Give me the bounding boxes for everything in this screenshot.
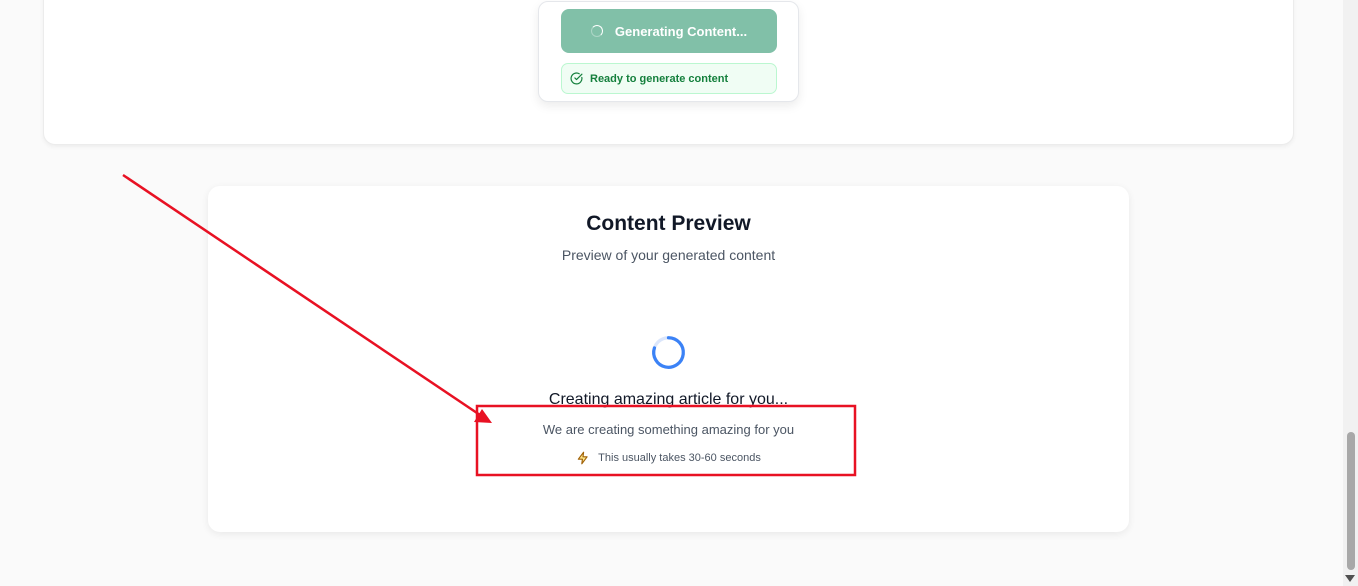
- scrollbar-thumb[interactable]: [1347, 432, 1355, 570]
- status-badge: Ready to generate content: [561, 63, 777, 94]
- scroll-down-arrow-icon[interactable]: [1345, 575, 1355, 582]
- loading-note-text: This usually takes 30-60 seconds: [598, 452, 761, 464]
- loading-note: This usually takes 30-60 seconds: [208, 451, 1129, 465]
- loader-icon: [590, 25, 603, 37]
- loading-heading: Creating amazing article for you...: [548, 391, 789, 408]
- generate-button-label: Generating Content...: [614, 23, 748, 39]
- content-preview-card: Content Preview Preview of your generate…: [208, 186, 1129, 532]
- generate-panel: Generating Content... Ready to generate …: [538, 1, 799, 102]
- preview-subtitle: Preview of your generated content: [561, 247, 776, 263]
- check-circle-icon: [570, 72, 583, 85]
- page: Generating Content... Ready to generate …: [0, 0, 1358, 586]
- generate-content-button[interactable]: Generating Content...: [561, 9, 777, 53]
- preview-title: Content Preview: [586, 212, 751, 235]
- spinner-icon: [652, 336, 685, 369]
- lightning-bolt-icon: [577, 451, 588, 465]
- status-text: Ready to generate content: [590, 72, 729, 85]
- vertical-scrollbar[interactable]: [1343, 0, 1358, 586]
- loading-description: We are creating something amazing for yo…: [542, 422, 795, 437]
